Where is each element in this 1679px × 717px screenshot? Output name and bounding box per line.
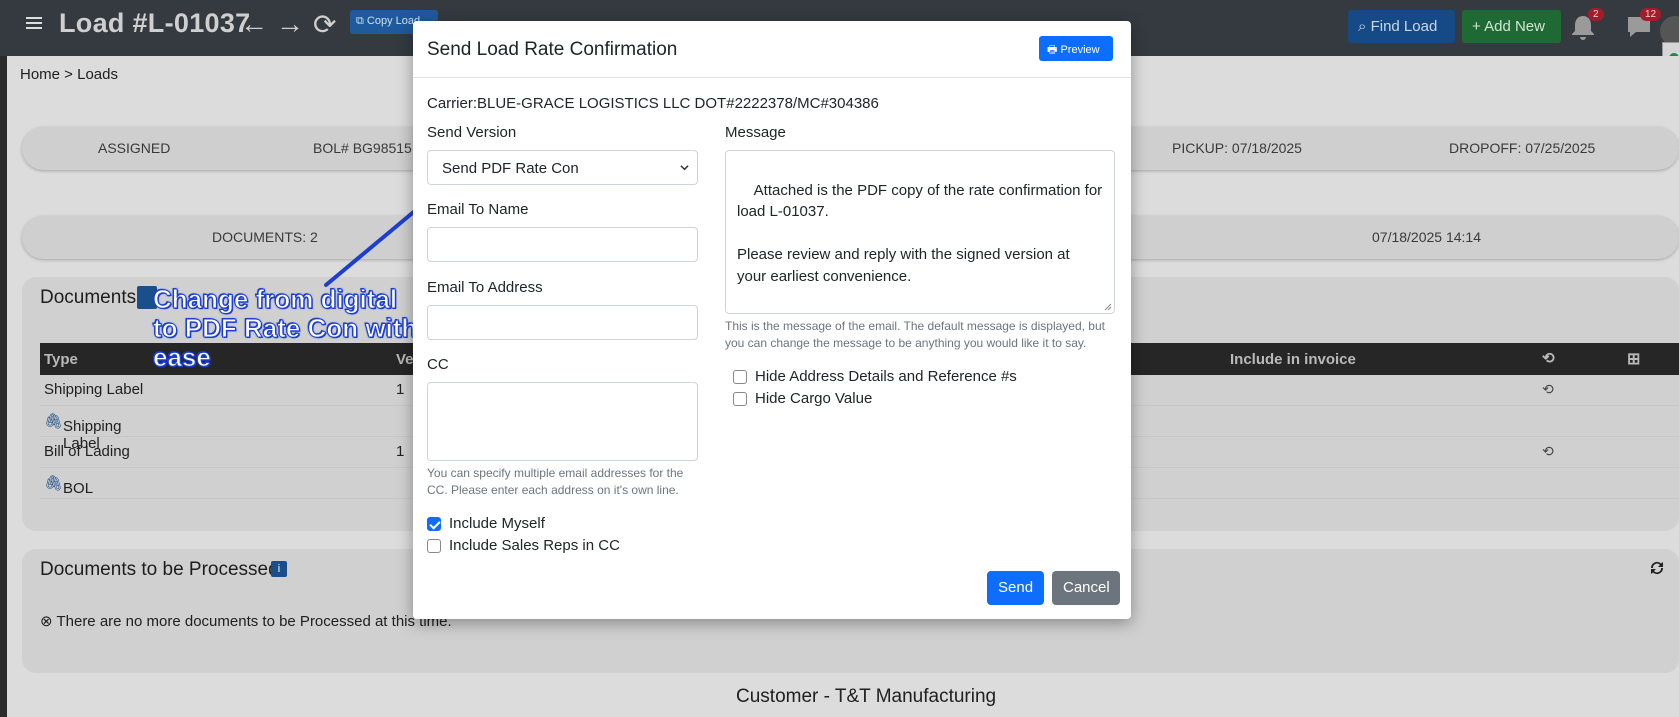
modal-title: Send Load Rate Confirmation [427,39,678,60]
messages-badge: 12 [1640,8,1662,21]
send-version-label: Send Version [427,124,517,141]
add-document-icon[interactable]: ⊞ [1627,349,1640,369]
empty-documents-text: There are no more documents to be Proces… [56,613,452,630]
cc-label: CC [427,356,449,373]
send-version-select[interactable]: Send PDF Rate Con [427,150,698,185]
documents-to-process-title: Documents to be Processed [40,559,279,580]
refresh-icon[interactable] [1648,559,1666,577]
message-text: Attached is the PDF copy of the rate con… [737,181,1103,314]
preview-label: Preview [1060,44,1100,56]
load-title: Load #L-01037 [59,8,251,38]
carrier-info: Carrier:BLUE-GRACE LOGISTICS LLC DOT#222… [427,95,879,112]
email-to-address-label: Email To Address [427,279,543,296]
pickup-date: PICKUP: 07/18/2025 [1172,140,1302,156]
preview-button[interactable]: 🖶 Preview [1039,36,1113,61]
documents-count: DOCUMENTS: 2 [212,229,318,245]
message-label: Message [725,124,786,141]
send-button[interactable]: Send [987,571,1044,605]
arrow-right-icon[interactable]: → [276,8,304,40]
row-type: BOL [63,480,94,497]
email-to-address-field[interactable] [427,305,698,340]
include-myself-checkbox[interactable] [427,517,441,531]
row-version: 1 [396,443,405,460]
send-rate-confirmation-modal: Send Load Rate Confirmation 🖶 Preview Ca… [413,21,1131,619]
column-include-in-invoice: Include in invoice [1230,351,1356,368]
hide-address-label: Hide Address Details and Reference #s [755,368,1017,385]
modal-header: Send Load Rate Confirmation 🖶 Preview [413,21,1131,78]
history-icon[interactable]: ⟲ [1542,381,1554,398]
empty-documents-message: ⊗ There are no more documents to be Proc… [40,613,452,630]
include-sales-reps-label: Include Sales Reps in CC [449,537,620,554]
hide-address-checkbox[interactable] [733,370,747,384]
resize-grip-icon[interactable] [1104,303,1112,311]
info-icon[interactable]: i [271,561,287,577]
row-type: Bill of Lading [44,443,130,460]
dropoff-date: DROPOFF: 07/25/2025 [1449,140,1596,156]
documents-title: Documents [40,287,137,308]
notifications-badge: 2 [1588,8,1604,21]
include-myself-label: Include Myself [449,515,545,532]
refresh-icon[interactable]: ⟳ [313,8,336,41]
email-to-name-field[interactable] [427,227,698,262]
find-load-button[interactable]: ⌕ Find Load [1348,10,1455,43]
message-help-text: This is the message of the email. The de… [725,319,1105,350]
add-new-label: Add New [1484,18,1545,35]
cc-field[interactable] [427,382,698,461]
send-version-value: Send PDF Rate Con [442,160,579,177]
arrow-left-icon[interactable]: ← [240,8,268,40]
breadcrumb[interactable]: Home > Loads [20,66,118,83]
annotation-callout: Change from digital to PDF Rate Con with… [153,284,418,372]
row-type: Shipping Label [44,381,144,398]
column-type: Type [44,351,78,368]
hide-cargo-label: Hide Cargo Value [755,390,873,407]
load-status: ASSIGNED [98,140,171,156]
document-link[interactable]: 🖇 BOL [44,474,93,497]
cc-help-text: You can specify multiple email addresses… [427,466,684,497]
row-version: 1 [396,381,405,398]
add-new-button[interactable]: + Add New [1462,10,1561,43]
customer-title: Customer - T&T Manufacturing [736,686,997,707]
sidebar-edge [0,56,7,717]
include-sales-reps-checkbox[interactable] [427,539,441,553]
history-icon[interactable]: ⟲ [1542,443,1554,460]
cancel-button[interactable]: Cancel [1052,571,1120,605]
document-link[interactable]: 🖇 Shipping Label [44,412,121,452]
find-load-label: Find Load [1370,18,1438,35]
history-icon[interactable]: ⟲ [1542,349,1555,367]
hide-cargo-checkbox[interactable] [733,392,747,406]
hamburger-menu-icon[interactable] [26,17,42,31]
chevron-down-icon [680,165,689,171]
documents-timestamp: 07/18/2025 14:14 [1372,229,1481,245]
email-to-name-label: Email To Name [427,201,529,218]
bol-number: BOL# BG98515 [313,140,412,156]
message-textarea[interactable]: Attached is the PDF copy of the rate con… [725,150,1115,314]
